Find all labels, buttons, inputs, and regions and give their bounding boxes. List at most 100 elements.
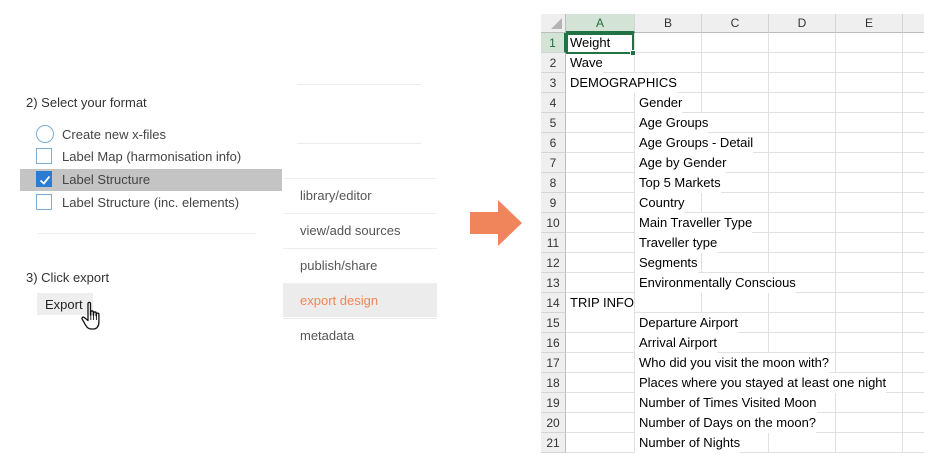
row-header[interactable]: 11 bbox=[541, 233, 566, 253]
grid-cell[interactable] bbox=[836, 273, 903, 293]
grid-cell[interactable] bbox=[566, 153, 635, 173]
fill-handle[interactable] bbox=[630, 50, 636, 56]
grid-cell[interactable] bbox=[903, 393, 924, 413]
checkbox-icon[interactable] bbox=[36, 194, 52, 210]
row-header[interactable]: 5 bbox=[541, 113, 566, 133]
grid-cell[interactable] bbox=[702, 113, 769, 133]
row-header[interactable]: 4 bbox=[541, 93, 566, 113]
row-header[interactable]: 21 bbox=[541, 433, 566, 453]
grid-cell[interactable] bbox=[903, 153, 924, 173]
grid-cell[interactable] bbox=[836, 193, 903, 213]
grid-cell[interactable] bbox=[836, 133, 903, 153]
grid-cell[interactable] bbox=[769, 333, 836, 353]
grid-cell[interactable] bbox=[566, 133, 635, 153]
menu-item-library-editor[interactable]: library/editor bbox=[283, 178, 437, 212]
grid-cell[interactable] bbox=[702, 33, 769, 53]
grid-cell[interactable] bbox=[836, 393, 903, 413]
row-header[interactable]: 15 bbox=[541, 313, 566, 333]
row-header[interactable]: 13 bbox=[541, 273, 566, 293]
option-label-structure[interactable]: Label Structure bbox=[20, 169, 282, 191]
grid-cell[interactable] bbox=[836, 213, 903, 233]
option-create-new-x-files[interactable]: Create new x-files bbox=[20, 124, 282, 146]
grid-cell[interactable] bbox=[702, 53, 769, 73]
grid-cell[interactable] bbox=[836, 73, 903, 93]
row-header[interactable]: 6 bbox=[541, 133, 566, 153]
grid-cell[interactable] bbox=[836, 173, 903, 193]
menu-item-publish-share[interactable]: publish/share bbox=[283, 248, 437, 282]
menu-item-view-add-sources[interactable]: view/add sources bbox=[283, 213, 437, 247]
grid-cell[interactable] bbox=[836, 413, 903, 433]
grid-cell[interactable] bbox=[836, 293, 903, 313]
grid-cell[interactable] bbox=[903, 113, 924, 133]
column-header-a[interactable]: A bbox=[566, 14, 635, 33]
grid-cell[interactable] bbox=[769, 153, 836, 173]
grid-cell[interactable] bbox=[702, 93, 769, 113]
grid-cell[interactable] bbox=[635, 33, 702, 53]
grid-cell[interactable] bbox=[903, 433, 924, 453]
grid-cell[interactable] bbox=[769, 173, 836, 193]
grid-cell[interactable] bbox=[836, 233, 903, 253]
option-label-structure-inc-elements[interactable]: Label Structure (inc. elements) bbox=[20, 192, 282, 214]
grid-cell[interactable] bbox=[903, 273, 924, 293]
grid-cell[interactable] bbox=[836, 433, 903, 453]
checkbox-icon[interactable] bbox=[36, 148, 52, 164]
grid-cell[interactable] bbox=[769, 313, 836, 333]
grid-cell[interactable] bbox=[769, 233, 836, 253]
grid-cell[interactable] bbox=[566, 233, 635, 253]
grid-cell[interactable] bbox=[836, 93, 903, 113]
row-header[interactable]: 1 bbox=[541, 33, 566, 53]
grid-cell[interactable] bbox=[903, 193, 924, 213]
grid-cell[interactable] bbox=[836, 153, 903, 173]
grid-cell[interactable] bbox=[903, 353, 924, 373]
grid-cell[interactable] bbox=[769, 53, 836, 73]
grid-cell[interactable] bbox=[903, 373, 924, 393]
column-header-b[interactable]: B bbox=[635, 14, 702, 33]
grid-cell[interactable] bbox=[566, 373, 635, 393]
grid-cell[interactable] bbox=[769, 133, 836, 153]
grid-cell[interactable] bbox=[635, 293, 702, 313]
grid-cell[interactable] bbox=[566, 273, 635, 293]
grid-cell[interactable] bbox=[566, 313, 635, 333]
grid-cell[interactable] bbox=[769, 433, 836, 453]
grid-cell[interactable] bbox=[566, 333, 635, 353]
row-header[interactable]: 14 bbox=[541, 293, 566, 313]
grid-cell[interactable] bbox=[635, 53, 702, 73]
grid-cell[interactable] bbox=[769, 193, 836, 213]
row-header[interactable]: 20 bbox=[541, 413, 566, 433]
grid-cell[interactable] bbox=[903, 413, 924, 433]
grid-cell[interactable] bbox=[903, 213, 924, 233]
grid-cell[interactable] bbox=[566, 173, 635, 193]
grid-cell[interactable] bbox=[836, 313, 903, 333]
grid-cell[interactable] bbox=[769, 113, 836, 133]
row-header[interactable]: 18 bbox=[541, 373, 566, 393]
grid-cell[interactable] bbox=[836, 53, 903, 73]
grid-cell[interactable] bbox=[836, 353, 903, 373]
grid-cell[interactable] bbox=[836, 113, 903, 133]
grid-cell[interactable] bbox=[836, 253, 903, 273]
grid-cell[interactable] bbox=[566, 213, 635, 233]
grid-cell[interactable] bbox=[903, 333, 924, 353]
row-header[interactable]: 8 bbox=[541, 173, 566, 193]
grid-cell[interactable] bbox=[769, 253, 836, 273]
grid-cell[interactable] bbox=[903, 313, 924, 333]
row-header[interactable]: 17 bbox=[541, 353, 566, 373]
checkbox-checked-icon[interactable] bbox=[36, 171, 52, 187]
grid-cell[interactable] bbox=[903, 53, 924, 73]
column-header-e[interactable]: E bbox=[836, 14, 903, 33]
grid-cell[interactable] bbox=[566, 113, 635, 133]
grid-cell[interactable] bbox=[903, 253, 924, 273]
grid-cell[interactable] bbox=[836, 33, 903, 53]
grid-cell[interactable] bbox=[769, 93, 836, 113]
menu-item-metadata[interactable]: metadata bbox=[283, 318, 437, 352]
grid-cell[interactable] bbox=[566, 93, 635, 113]
grid-cell[interactable] bbox=[903, 293, 924, 313]
column-header-c[interactable]: C bbox=[702, 14, 769, 33]
grid-cell[interactable] bbox=[566, 353, 635, 373]
option-label-map[interactable]: Label Map (harmonisation info) bbox=[20, 146, 282, 168]
grid-cell[interactable] bbox=[566, 413, 635, 433]
grid-cell[interactable] bbox=[903, 33, 924, 53]
grid-cell[interactable] bbox=[769, 33, 836, 53]
row-header[interactable]: 19 bbox=[541, 393, 566, 413]
row-header[interactable]: 9 bbox=[541, 193, 566, 213]
radio-button-icon[interactable] bbox=[36, 125, 54, 143]
